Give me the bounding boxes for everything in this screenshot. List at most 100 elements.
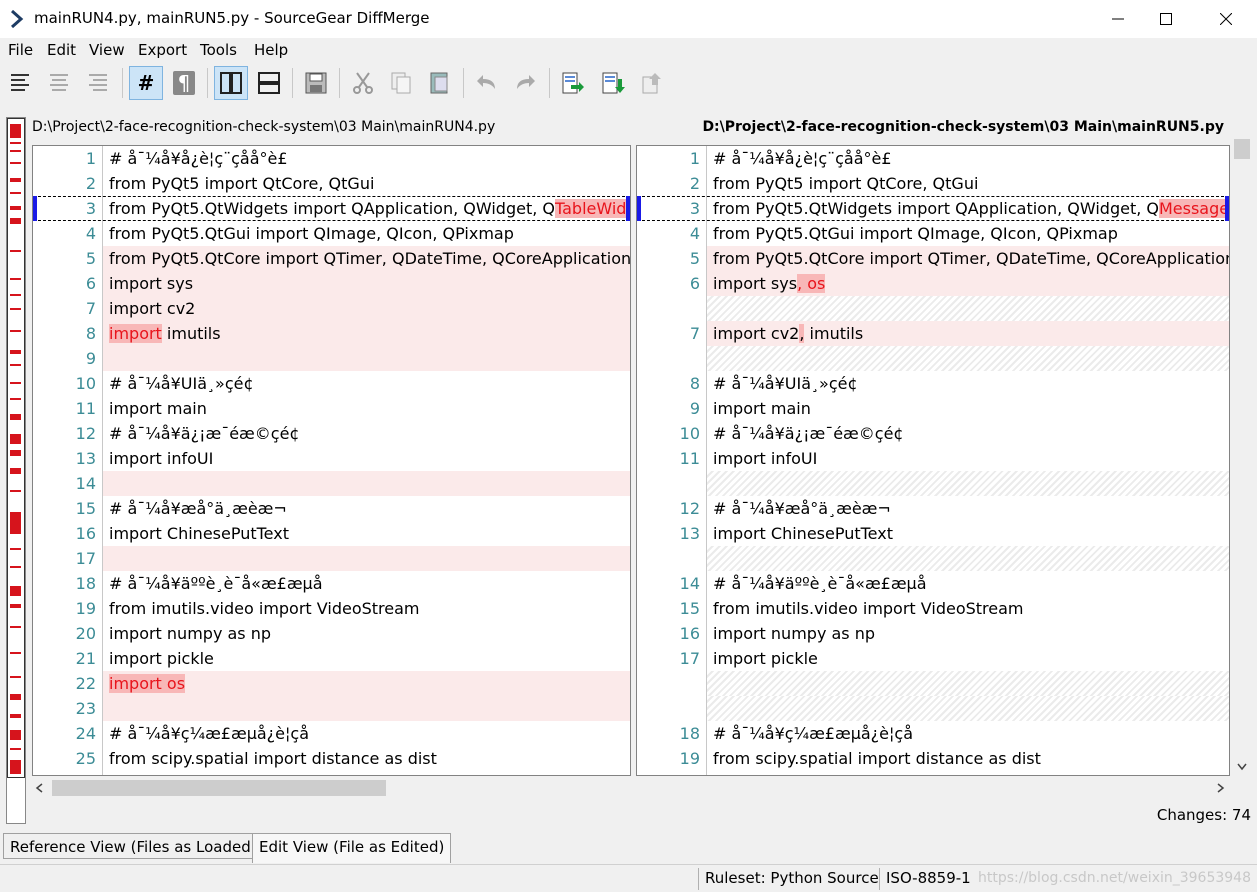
- vertical-scrollbar[interactable]: [1232, 117, 1252, 777]
- scroll-left-arrow[interactable]: [30, 779, 50, 797]
- code-line[interactable]: [103, 546, 630, 571]
- code-content: # å¯¼å¥äººè¸è¯å«æ£æµå: [109, 574, 323, 593]
- code-line[interactable]: # å¯¼å¥ä¿¡æ¯éæ©çé¢: [103, 421, 630, 446]
- code-line[interactable]: [707, 471, 1229, 496]
- code-line[interactable]: import infoUI: [103, 446, 630, 471]
- line-number: 14: [679, 574, 700, 593]
- copy-button[interactable]: [384, 66, 418, 100]
- code-line[interactable]: # å¯¼å¥å¿è¦ç¨çåå°è£: [707, 146, 1229, 171]
- code-line[interactable]: import ChinesePutText: [103, 521, 630, 546]
- code-line[interactable]: [707, 546, 1229, 571]
- code-line[interactable]: from PyQt5.QtWidgets import QApplication…: [707, 196, 1229, 221]
- left-code-area[interactable]: # å¯¼å¥å¿è¦ç¨çåå°è£ from PyQt5 import QtC…: [103, 146, 630, 775]
- prev-change-button[interactable]: [596, 66, 630, 100]
- code-line[interactable]: from imutils.video import VideoStream: [707, 596, 1229, 621]
- menu-edit[interactable]: Edit: [47, 41, 76, 59]
- minimize-icon: [1112, 18, 1124, 20]
- code-line[interactable]: from PyQt5 import QtCore, QtGui: [707, 171, 1229, 196]
- scroll-up-arrow[interactable]: [1232, 117, 1252, 135]
- right-code-area[interactable]: # å¯¼å¥å¿è¦ç¨çåå°è£ from PyQt5 import QtC…: [707, 146, 1229, 775]
- menu-view[interactable]: View: [89, 41, 125, 59]
- code-line[interactable]: # å¯¼å¥ç¼æ£æµå¿è¦çå: [103, 721, 630, 746]
- code-line[interactable]: [707, 296, 1229, 321]
- code-line[interactable]: import imutils: [103, 321, 630, 346]
- code-line[interactable]: from PyQt5.QtCore import QTimer, QDateTi…: [707, 246, 1229, 271]
- code-line[interactable]: import numpy as np: [707, 621, 1229, 646]
- code-line[interactable]: import main: [707, 396, 1229, 421]
- code-line[interactable]: import cv2, imutils: [707, 321, 1229, 346]
- paste-button[interactable]: [422, 66, 456, 100]
- code-line[interactable]: # å¯¼å¥UIä¸»çé¢: [103, 371, 630, 396]
- code-line[interactable]: # å¯¼å¥äººè¸è¯å«æ£æµå: [103, 571, 630, 596]
- minimize-button[interactable]: [1093, 0, 1143, 38]
- menu-tools[interactable]: Tools: [200, 41, 237, 59]
- horizontal-scroll-thumb[interactable]: [52, 780, 386, 796]
- split-horizontal-button[interactable]: [252, 66, 286, 100]
- redo-button[interactable]: [508, 66, 542, 100]
- code-line[interactable]: from scipy.spatial import distance as di…: [103, 746, 630, 771]
- code-line[interactable]: from scipy.spatial import distance as di…: [707, 746, 1229, 771]
- code-line[interactable]: [707, 671, 1229, 696]
- align-center-button[interactable]: [42, 66, 76, 100]
- code-line[interactable]: from PyQt5.QtWidgets import QApplication…: [103, 196, 630, 221]
- align-left-button[interactable]: [4, 66, 38, 100]
- diff-overview-map[interactable]: [6, 117, 26, 824]
- code-line[interactable]: [707, 346, 1229, 371]
- code-line[interactable]: from PyQt5.QtGui import QImage, QIcon, Q…: [103, 221, 630, 246]
- code-line[interactable]: import sys, os: [707, 271, 1229, 296]
- code-line[interactable]: [707, 696, 1229, 721]
- next-change-button[interactable]: [556, 66, 590, 100]
- scroll-down-arrow[interactable]: [1232, 757, 1252, 775]
- menu-file[interactable]: File: [8, 41, 33, 59]
- close-button[interactable]: [1201, 0, 1251, 38]
- code-content: import sys: [109, 274, 194, 293]
- code-line[interactable]: from imutils.video import VideoStream: [103, 596, 630, 621]
- code-line[interactable]: import main: [103, 396, 630, 421]
- vertical-scroll-thumb[interactable]: [1234, 139, 1250, 159]
- tab-reference-view[interactable]: Reference View (Files as Loaded): [3, 833, 264, 859]
- code-line[interactable]: import numpy as np: [103, 621, 630, 646]
- code-line[interactable]: import ChinesePutText: [707, 521, 1229, 546]
- code-line[interactable]: import pickle: [707, 646, 1229, 671]
- overview-viewport[interactable]: [7, 118, 25, 778]
- maximize-button[interactable]: [1141, 0, 1191, 38]
- code-text: from PyQt5 import QtCore, QtGui: [707, 174, 978, 193]
- code-content: imutils: [161, 324, 221, 343]
- code-line[interactable]: import cv2: [103, 296, 630, 321]
- save-button[interactable]: [299, 66, 333, 100]
- line-numbers-toggle[interactable]: #: [129, 66, 163, 100]
- code-line[interactable]: import pickle: [103, 646, 630, 671]
- code-line[interactable]: # å¯¼å¥ç¼æ£æµå¿è¦çå: [707, 721, 1229, 746]
- left-diff-pane[interactable]: 1 2 3 4 5 6 7 8 9 10 11 12 13 14 15 16 17 18 19 20 21 22 23 24 2…: [32, 145, 631, 776]
- show-whitespace-toggle[interactable]: ¶: [167, 66, 201, 100]
- code-line[interactable]: import sys: [103, 271, 630, 296]
- code-line[interactable]: # å¯¼å¥æå°ä¸­æèæ¬: [103, 496, 630, 521]
- code-text: import ChinesePutText: [707, 524, 893, 543]
- split-vertical-button[interactable]: [214, 66, 248, 100]
- code-line[interactable]: [103, 471, 630, 496]
- code-line[interactable]: import os: [103, 671, 630, 696]
- undo-button[interactable]: [470, 66, 504, 100]
- code-line[interactable]: [103, 346, 630, 371]
- code-line[interactable]: from PyQt5.QtCore import QTimer, QDateTi…: [103, 246, 630, 271]
- code-line[interactable]: # å¯¼å¥ä¿¡æ¯éæ©çé¢: [707, 421, 1229, 446]
- code-line[interactable]: # å¯¼å¥å¿è¦ç¨çåå°è£: [103, 146, 630, 171]
- code-line[interactable]: import infoUI: [707, 446, 1229, 471]
- cut-button[interactable]: [346, 66, 380, 100]
- right-diff-pane[interactable]: 1 2 3 4 5 6 7 8 9 10 11 12 13 14 15 16 17 18 19 # å¯¼å¥å¿è…: [636, 145, 1230, 776]
- scroll-right-arrow[interactable]: [1210, 779, 1230, 797]
- tab-edit-view[interactable]: Edit View (File as Edited): [252, 833, 452, 863]
- menu-export[interactable]: Export: [138, 41, 187, 59]
- code-line[interactable]: # å¯¼å¥äººè¸è¯å«æ£æµå: [707, 571, 1229, 596]
- menu-help[interactable]: Help: [254, 41, 288, 59]
- code-line[interactable]: from PyQt5 import QtCore, QtGui: [103, 171, 630, 196]
- line-number: 13: [75, 449, 96, 468]
- export-button[interactable]: [636, 66, 670, 100]
- code-line[interactable]: from PyQt5.QtGui import QImage, QIcon, Q…: [707, 221, 1229, 246]
- code-line[interactable]: [103, 696, 630, 721]
- code-line[interactable]: # å¯¼å¥æå°ä¸­æèæ¬: [707, 496, 1229, 521]
- code-text: # å¯¼å¥UIä¸»çé¢: [707, 374, 858, 393]
- align-right-button[interactable]: [80, 66, 114, 100]
- code-line[interactable]: # å¯¼å¥UIä¸»çé¢: [707, 371, 1229, 396]
- horizontal-scrollbar[interactable]: [30, 777, 1230, 799]
